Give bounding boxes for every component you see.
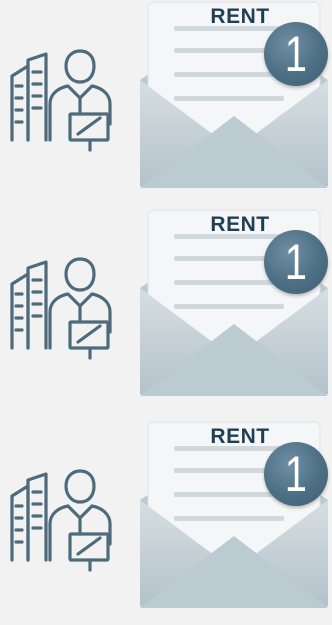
count-value: 1 [284,26,308,82]
count-badge: 1 [264,230,328,294]
count-value: 1 [284,234,308,290]
rent-item[interactable]: RENT 1 [0,420,332,625]
rent-item[interactable]: RENT 1 [0,208,332,413]
rent-item[interactable]: RENT 1 [0,0,332,205]
person-building-icon [6,42,116,152]
person-building-icon [6,462,116,572]
rent-label: RENT [210,213,270,236]
count-value: 1 [284,446,308,502]
count-badge: 1 [264,22,328,86]
rent-label: RENT [210,425,270,448]
person-building-icon [6,250,116,360]
rent-label: RENT [210,5,270,28]
count-badge: 1 [264,442,328,506]
